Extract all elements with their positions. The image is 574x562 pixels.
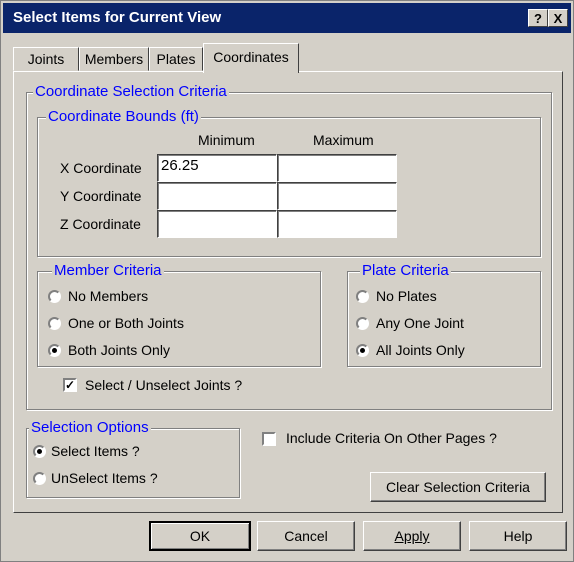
- select-items-radio[interactable]: [33, 445, 46, 458]
- title-bar: Select Items for Current View ? X: [3, 3, 571, 33]
- coordinate-selection-criteria-group: Coordinate Selection Criteria Coordinate…: [26, 83, 552, 410]
- select-items-label[interactable]: Select Items ?: [51, 443, 140, 459]
- one-or-both-joints-radio[interactable]: [48, 317, 61, 330]
- tab-members[interactable]: Members: [79, 47, 149, 71]
- tab-plates[interactable]: Plates: [149, 47, 203, 71]
- include-criteria-other-pages-label[interactable]: Include Criteria On Other Pages ?: [286, 430, 497, 446]
- y-coordinate-label: Y Coordinate: [60, 188, 142, 204]
- select-items-dialog: Select Items for Current View ? X Joints…: [0, 0, 574, 562]
- one-or-both-joints-label[interactable]: One or Both Joints: [68, 315, 184, 331]
- close-button[interactable]: X: [548, 9, 568, 27]
- x-coordinate-label: X Coordinate: [60, 160, 142, 176]
- help-question-button[interactable]: ?: [528, 9, 548, 27]
- both-joints-only-label[interactable]: Both Joints Only: [68, 342, 170, 358]
- no-plates-label[interactable]: No Plates: [376, 288, 437, 304]
- selection-options-group: Selection Options Select Items ? UnSelec…: [26, 419, 240, 498]
- z-coordinate-label: Z Coordinate: [60, 216, 141, 232]
- any-one-joint-radio[interactable]: [356, 317, 369, 330]
- plate-criteria-group: Plate Criteria No Plates Any One Joint A…: [347, 262, 541, 367]
- plate-criteria-label: Plate Criteria: [360, 262, 451, 279]
- tab-coordinates[interactable]: Coordinates: [203, 43, 299, 73]
- y-minimum-input[interactable]: [157, 182, 277, 210]
- coordinate-bounds-label: Coordinate Bounds (ft): [46, 108, 201, 125]
- unselect-items-label[interactable]: UnSelect Items ?: [51, 470, 158, 486]
- minimum-header: Minimum: [198, 132, 255, 148]
- selection-options-label: Selection Options: [29, 419, 151, 436]
- help-button[interactable]: Help: [469, 521, 567, 551]
- z-minimum-input[interactable]: [157, 210, 277, 238]
- z-maximum-input[interactable]: [277, 210, 397, 238]
- select-unselect-joints-checkbox[interactable]: ✓: [63, 378, 77, 392]
- cancel-button[interactable]: Cancel: [257, 521, 355, 551]
- x-maximum-input[interactable]: [277, 154, 397, 182]
- no-members-radio[interactable]: [48, 290, 61, 303]
- include-criteria-other-pages-checkbox[interactable]: [262, 432, 276, 446]
- coordinate-bounds-group: Coordinate Bounds (ft) Minimum Maximum X…: [37, 108, 541, 257]
- member-criteria-label: Member Criteria: [52, 262, 164, 279]
- clear-selection-criteria-button[interactable]: Clear Selection Criteria: [370, 472, 546, 502]
- coordinate-selection-criteria-label: Coordinate Selection Criteria: [33, 83, 229, 100]
- member-criteria-group: Member Criteria No Members One or Both J…: [37, 262, 321, 367]
- x-minimum-input[interactable]: 26.25: [157, 154, 277, 182]
- no-members-label[interactable]: No Members: [68, 288, 148, 304]
- window-title: Select Items for Current View: [13, 9, 222, 26]
- both-joints-only-radio[interactable]: [48, 344, 61, 357]
- unselect-items-radio[interactable]: [33, 472, 46, 485]
- select-unselect-joints-label[interactable]: Select / Unselect Joints ?: [85, 377, 242, 393]
- maximum-header: Maximum: [313, 132, 374, 148]
- any-one-joint-label[interactable]: Any One Joint: [376, 315, 464, 331]
- y-maximum-input[interactable]: [277, 182, 397, 210]
- all-joints-only-label[interactable]: All Joints Only: [376, 342, 465, 358]
- all-joints-only-radio[interactable]: [356, 344, 369, 357]
- coordinates-tab-panel: Coordinate Selection Criteria Coordinate…: [13, 71, 563, 513]
- no-plates-radio[interactable]: [356, 290, 369, 303]
- ok-button[interactable]: OK: [149, 521, 251, 551]
- tab-joints[interactable]: Joints: [13, 47, 79, 71]
- apply-button[interactable]: Apply: [363, 521, 461, 551]
